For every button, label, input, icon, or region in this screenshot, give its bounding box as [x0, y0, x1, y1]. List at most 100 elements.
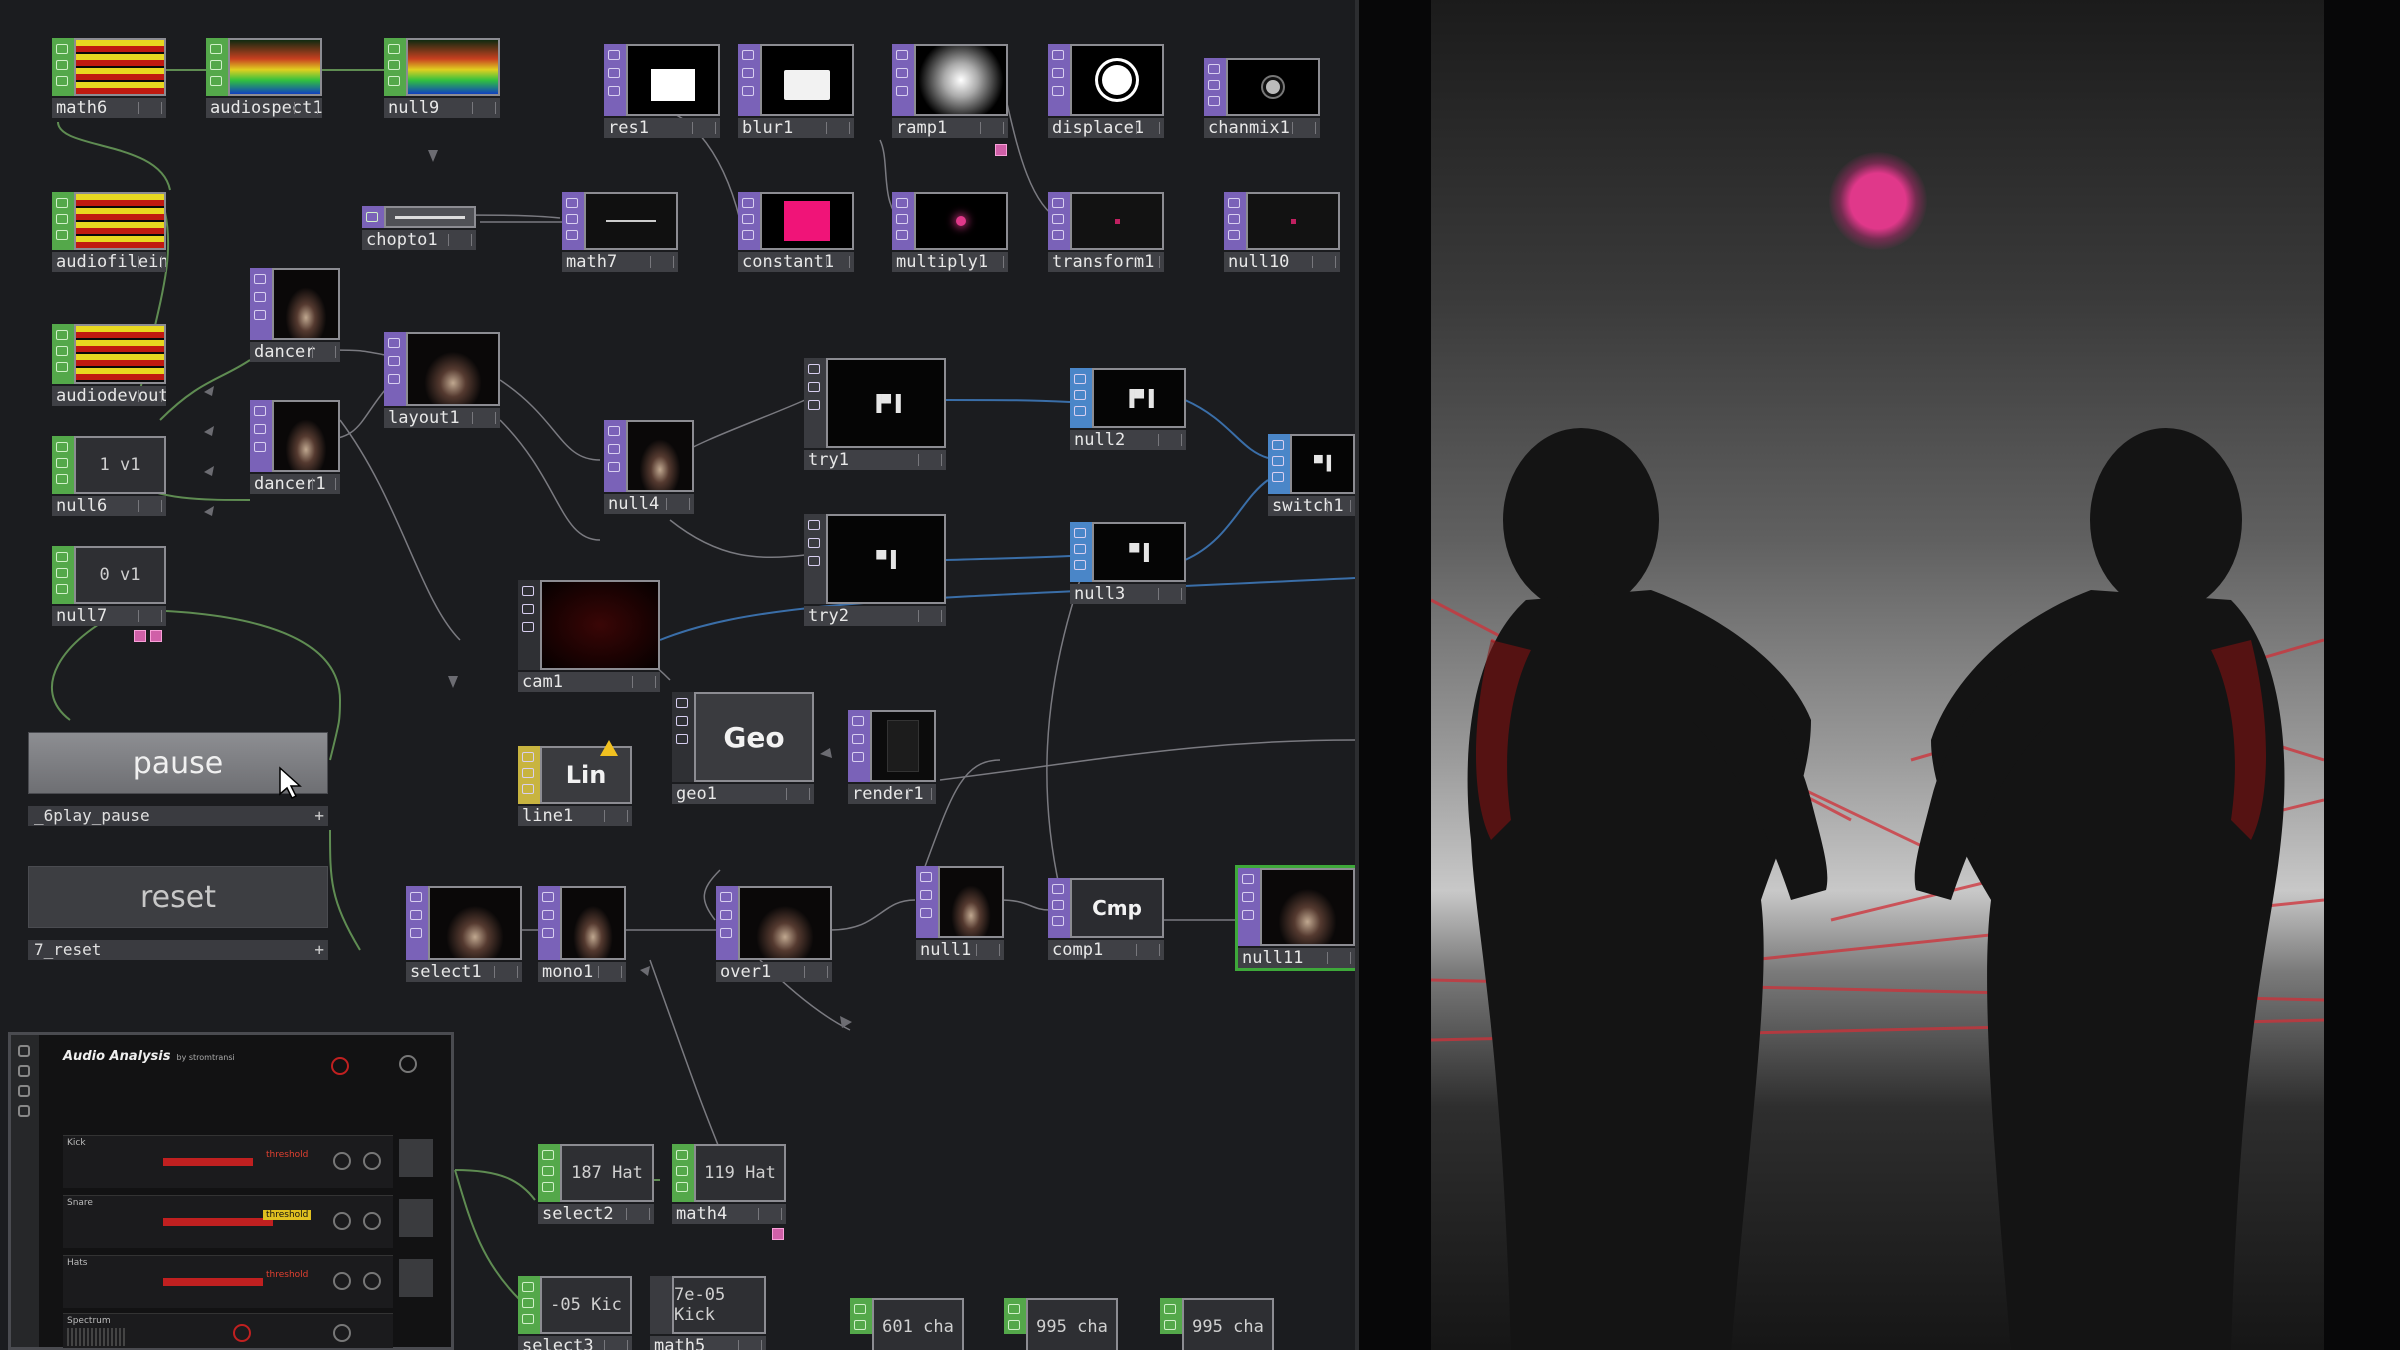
node-preview	[74, 192, 166, 250]
node-preview	[1246, 192, 1340, 250]
node-preview	[406, 332, 500, 406]
node-input-strip	[562, 192, 584, 250]
node-math4[interactable]: 119 Hat math4	[672, 1144, 786, 1224]
gain-knob[interactable]	[363, 1272, 381, 1290]
node-preview	[228, 38, 322, 96]
node-value: 0 v1	[74, 546, 166, 604]
node-null10[interactable]: null10	[1224, 192, 1340, 272]
node-input-strip	[1268, 434, 1290, 494]
node-label: audiodevout1	[52, 386, 166, 406]
node-preview: ▀▐	[826, 514, 946, 604]
node-res1[interactable]: res1	[604, 44, 720, 138]
node-constant1[interactable]: constant1	[738, 192, 854, 272]
node-null1[interactable]: null1	[916, 866, 1004, 960]
node-select2[interactable]: 187 Hat select2	[538, 1144, 654, 1224]
bypass-flag-icon[interactable]	[995, 144, 1007, 156]
node-over1[interactable]: over1	[716, 886, 832, 982]
node-comp1[interactable]: Cmp comp1	[1048, 878, 1164, 960]
node-null6[interactable]: 1 v1 null6	[52, 436, 166, 516]
snare-output-tile[interactable]	[399, 1199, 433, 1237]
node-chanmix1[interactable]: chanmix1	[1204, 58, 1320, 138]
node-input-strip	[738, 44, 760, 116]
record-knob[interactable]	[331, 1057, 349, 1075]
node-geo1[interactable]: Geo geo1	[672, 692, 814, 804]
bypass-flag-icon[interactable]	[134, 630, 146, 642]
node-cha-2[interactable]: 995 cha	[1004, 1298, 1118, 1350]
node-input-strip	[362, 206, 384, 228]
audio-analysis-panel[interactable]: Audio Analysis by stromtransi Kick thresh…	[8, 1032, 454, 1350]
bypass-flag-icon[interactable]	[772, 1228, 784, 1240]
bypass-flag-icon[interactable]	[150, 630, 162, 642]
gain-knob[interactable]	[363, 1152, 381, 1170]
panel-tool-icon[interactable]	[18, 1085, 30, 1097]
plus-icon[interactable]: +	[314, 806, 324, 826]
node-render1[interactable]: render1	[848, 710, 936, 804]
node-null7[interactable]: 0 v1 null7	[52, 546, 166, 626]
spectrum-knob[interactable]	[233, 1324, 251, 1342]
node-input-strip	[850, 1298, 872, 1334]
node-input-strip	[916, 866, 938, 938]
node-cha-1[interactable]: 601 cha	[850, 1298, 964, 1350]
hats-output-tile[interactable]	[399, 1259, 433, 1297]
threshold-knob[interactable]	[333, 1272, 351, 1290]
node-math6[interactable]: math6	[52, 38, 166, 118]
kick-output-tile[interactable]	[399, 1139, 433, 1177]
node-math5[interactable]: 7e-05 Kick math5	[650, 1276, 766, 1350]
threshold-knob[interactable]	[333, 1212, 351, 1230]
node-blur1[interactable]: blur1	[738, 44, 854, 138]
node-audiospect1[interactable]: audiospect1	[206, 38, 322, 118]
node-line1[interactable]: Lin line1	[518, 740, 632, 826]
node-select3[interactable]: -05 Kic select3	[518, 1276, 632, 1350]
node-audiodevout1[interactable]: audiodevout1	[52, 324, 166, 406]
node-preview	[272, 268, 340, 340]
node-null11[interactable]: null11	[1235, 865, 1355, 971]
node-label: comp1	[1048, 940, 1164, 960]
mouse-cursor-icon	[279, 766, 302, 800]
node-transform1[interactable]: transform1	[1048, 192, 1164, 272]
node-try2[interactable]: ▀▐ try2	[804, 514, 946, 626]
power-icon[interactable]	[399, 1055, 417, 1073]
node-label: constant1	[738, 252, 854, 272]
spectrum-knob[interactable]	[333, 1324, 351, 1342]
analysis-row-spectrum: Spectrum	[63, 1313, 393, 1348]
node-layout1[interactable]: layout1	[384, 332, 500, 428]
node-label: select2	[538, 1204, 654, 1224]
threshold-knob[interactable]	[333, 1152, 351, 1170]
plus-icon[interactable]: +	[314, 940, 324, 960]
node-label: displace1	[1048, 118, 1164, 138]
node-preview	[74, 324, 166, 384]
node-cam1[interactable]: cam1	[518, 580, 660, 692]
node-null4[interactable]: null4	[604, 420, 694, 514]
node-chopto1[interactable]: chopto1	[362, 206, 476, 250]
panel-tool-icon[interactable]	[18, 1065, 30, 1077]
node-null9[interactable]: null9	[384, 38, 500, 118]
network-editor[interactable]: math6 audiospect1 null9 res1 blur1 ramp1	[0, 0, 1355, 1350]
gain-knob[interactable]	[363, 1212, 381, 1230]
node-select1[interactable]: select1	[406, 886, 522, 982]
panel-tool-icon[interactable]	[18, 1105, 30, 1117]
node-displace1[interactable]: displace1	[1048, 44, 1164, 138]
node-math7[interactable]: math7	[562, 192, 678, 272]
node-cha-3[interactable]: 995 cha	[1160, 1298, 1274, 1350]
node-dancer[interactable]: dancer	[250, 268, 340, 362]
threshold-label: threshold	[266, 1150, 309, 1160]
node-null3[interactable]: ▀▐ null3	[1070, 522, 1186, 604]
node-input-strip	[1004, 1298, 1026, 1334]
node-ramp1[interactable]: ramp1	[892, 44, 1008, 138]
node-audiofilein1[interactable]: audiofilein1	[52, 192, 166, 272]
analysis-row-label: Snare	[67, 1198, 93, 1208]
touchdesigner-window: math6 audiospect1 null9 res1 blur1 ramp1	[0, 0, 2400, 1350]
render-viewer[interactable]	[1359, 0, 2400, 1350]
node-input-strip	[604, 44, 626, 116]
node-mono1[interactable]: mono1	[538, 886, 626, 982]
panel-tool-icon[interactable]	[18, 1045, 30, 1057]
node-null2[interactable]: ▐▀▐ null2	[1070, 368, 1186, 450]
node-switch1[interactable]: ▀▐ switch1	[1268, 434, 1355, 516]
warning-icon[interactable]	[600, 740, 618, 756]
node-multiply1[interactable]: multiply1	[892, 192, 1008, 272]
node-try1[interactable]: ▐▀▐ try1	[804, 358, 946, 470]
reset-button[interactable]: reset	[28, 866, 328, 928]
node-label: render1	[848, 784, 936, 804]
node-dancer1[interactable]: dancer1	[250, 400, 340, 494]
node-label: over1	[716, 962, 832, 982]
